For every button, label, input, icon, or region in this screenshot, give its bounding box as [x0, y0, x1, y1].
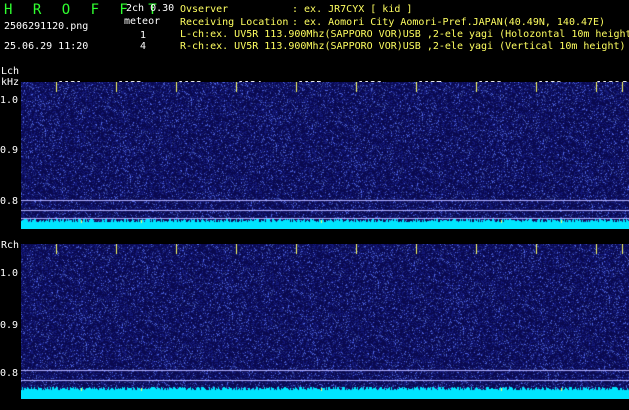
rch-label: Rch: [1, 240, 20, 251]
lch-spectrogram: [21, 82, 629, 229]
lch-info: L-ch:ex. UV5R 113.900Mhz(SAPPORO VOR)USB…: [180, 29, 629, 40]
rch-ytick-3: 0.8: [0, 368, 19, 379]
lch-ytick-1: 1.0: [0, 95, 19, 106]
rch-spectrogram: [21, 244, 629, 399]
version-label: 2ch 0.30: [126, 3, 175, 14]
lch-ytick-2: 0.9: [0, 145, 19, 156]
location-label: Receiving Location: [180, 17, 289, 28]
lch-unit: kHz: [1, 77, 20, 88]
count-lch: 1: [140, 30, 147, 41]
count-rch: 4: [140, 41, 147, 52]
rch-info: R-ch:ex. UV5R 113.900Mhz(SAPPORO VOR)USB…: [180, 41, 626, 52]
lch-ytick-3: 0.8: [0, 196, 19, 207]
rch-ytick-1: 1.0: [0, 268, 19, 279]
rch-ytick-2: 0.9: [0, 320, 19, 331]
observer-label: Ovserver: [180, 4, 229, 15]
observer-value: : ex. JR7CYX [ kid ]: [292, 4, 413, 15]
filename-label: 2506291120.png: [4, 21, 89, 32]
location-value: : ex. Aomori City Aomori-Pref.JAPAN(40.4…: [292, 17, 606, 28]
lch-label: Lch: [1, 66, 20, 77]
timestamp-label: 25.06.29 11:20: [4, 41, 89, 52]
mode-label: meteor: [124, 16, 161, 27]
